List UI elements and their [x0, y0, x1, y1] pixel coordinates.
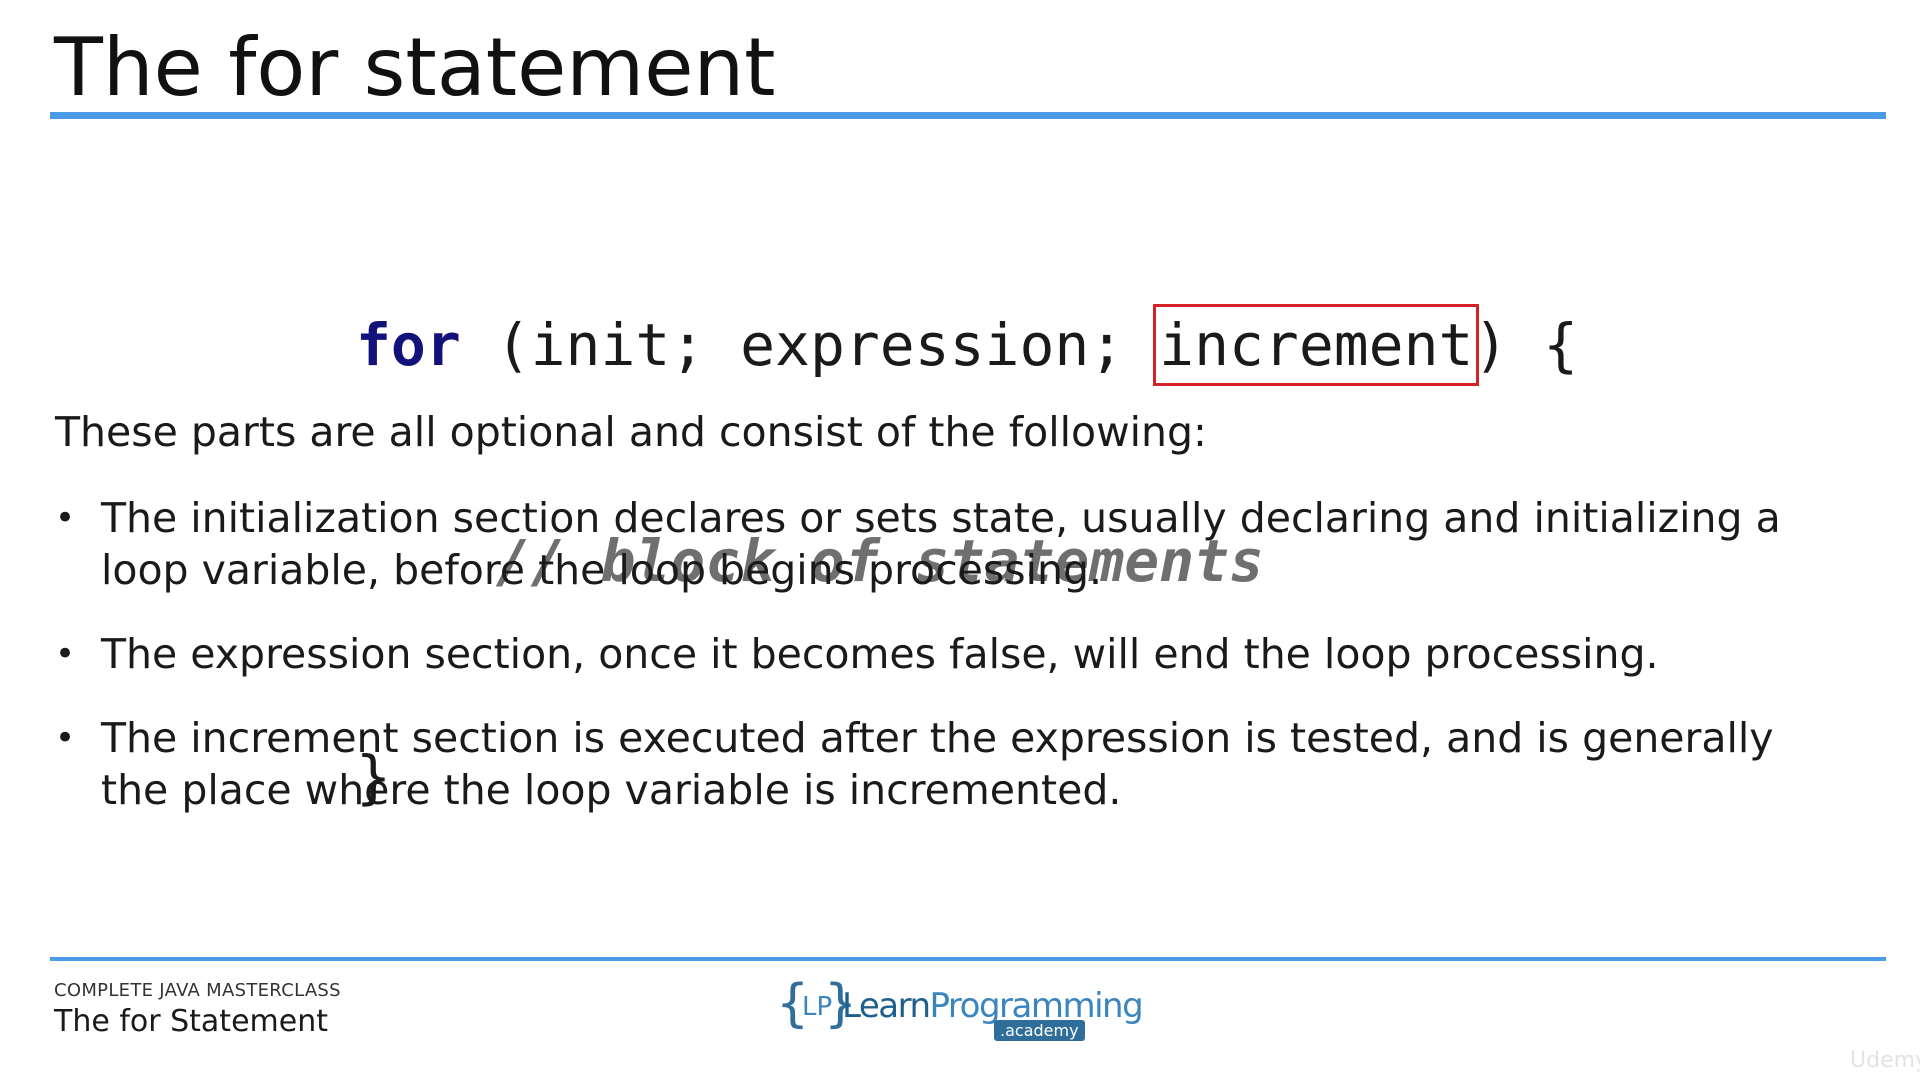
bullet-marker: •	[55, 718, 76, 758]
footer-divider	[50, 957, 1886, 961]
footer-course-name: COMPLETE JAVA MASTERCLASS	[54, 980, 341, 1001]
logo-academy-badge: .academy	[994, 1020, 1085, 1041]
bullet-marker: •	[55, 498, 76, 538]
bullet-text: The expression section, once it becomes …	[101, 630, 1659, 678]
logo-word-learn: Learn	[842, 986, 931, 1026]
bullet-text: The initialization section declares or s…	[101, 494, 1781, 594]
code-close: ) {	[1473, 311, 1579, 379]
code-highlight-increment: increment	[1153, 304, 1480, 386]
title-divider	[50, 112, 1886, 119]
slide-title: The for statement	[54, 21, 776, 114]
code-line-for: for (init; expression; increment) {	[356, 304, 1579, 386]
intro-text: These parts are all optional and consist…	[55, 408, 1207, 456]
bullet-item-expression: • The expression section, once it becomes…	[55, 628, 1835, 680]
footer-lecture-title: The for Statement	[54, 1004, 328, 1039]
bullet-list: • The initialization section declares or …	[55, 492, 1835, 848]
logo-wordmark: LearnProgramming	[842, 986, 1144, 1026]
bullet-marker: •	[55, 634, 76, 674]
learnprogramming-logo: { LP } LearnProgramming .academy	[776, 974, 1144, 1042]
code-keyword-for: for	[356, 311, 461, 379]
udemy-watermark: Udemy	[1850, 1048, 1920, 1073]
bullet-item-init: • The initialization section declares or …	[55, 492, 1835, 596]
code-open: (init; expression;	[460, 311, 1160, 379]
bullet-item-increment: • The increment section is executed after…	[55, 712, 1835, 816]
bullet-text: The increment section is executed after …	[101, 714, 1774, 814]
